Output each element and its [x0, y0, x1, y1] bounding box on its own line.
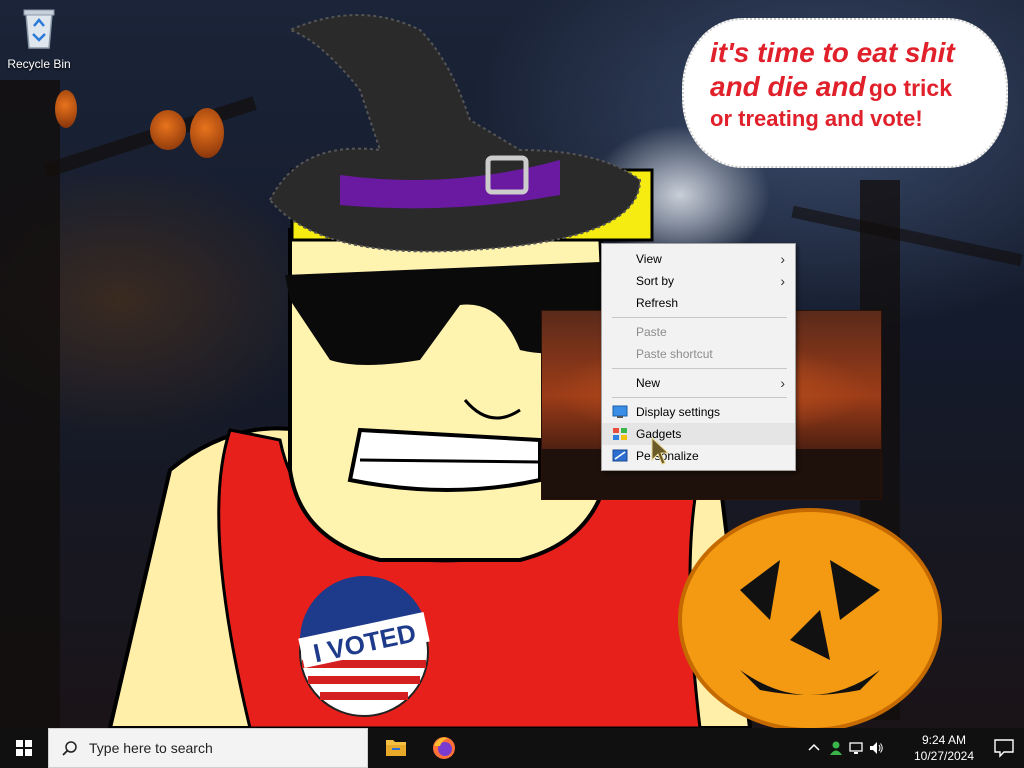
chevron-right-icon: ›	[780, 251, 785, 267]
firefox-icon	[433, 737, 455, 759]
speech-line-3: or treating and vote!	[710, 106, 923, 131]
system-tray: 9:24 AM 10/27/2024	[804, 728, 1024, 768]
menu-item-new[interactable]: New ›	[602, 372, 795, 394]
menu-item-sort-by[interactable]: Sort by ›	[602, 270, 795, 292]
gadgets-icon	[613, 428, 627, 440]
desktop-icon-recycle-bin[interactable]: Recycle Bin	[4, 6, 74, 71]
menu-item-paste: Paste	[602, 321, 795, 343]
recycle-bin-icon	[23, 9, 55, 49]
speech-line-2a: and die and	[710, 71, 866, 102]
menu-item-gadgets[interactable]: Gadgets	[602, 423, 795, 445]
menu-item-label: Refresh	[636, 296, 679, 310]
notification-icon[interactable]	[992, 738, 1016, 758]
folder-icon	[386, 740, 406, 756]
menu-separator	[612, 368, 787, 369]
taskbar-app-file-explorer[interactable]	[372, 728, 420, 768]
taskbar: Type here to search 9:24 AM 10/27/2024	[0, 728, 1024, 768]
search-icon	[62, 741, 77, 756]
windows-logo-icon	[16, 740, 32, 756]
menu-item-label: Paste	[636, 325, 667, 339]
start-button[interactable]	[0, 728, 48, 768]
desktop-context-menu: View › Sort by › Refresh Paste Paste sho…	[601, 243, 796, 471]
volume-icon[interactable]	[868, 740, 884, 756]
menu-item-paste-shortcut: Paste shortcut	[602, 343, 795, 365]
menu-item-personalize[interactable]: Personalize	[602, 445, 795, 467]
menu-item-label: Paste shortcut	[636, 347, 713, 361]
clock-time: 9:24 AM	[921, 733, 967, 747]
menu-separator	[612, 317, 787, 318]
taskbar-clock[interactable]: 9:24 AM 10/27/2024	[912, 732, 976, 764]
speech-line-1: it's time to eat shit	[710, 37, 955, 68]
taskbar-search-box[interactable]: Type here to search	[48, 728, 368, 768]
menu-item-display-settings[interactable]: Display settings	[602, 401, 795, 423]
chevron-up-icon[interactable]	[806, 740, 822, 756]
chevron-right-icon: ›	[780, 273, 785, 289]
menu-item-label: View	[636, 252, 662, 266]
network-icon[interactable]	[848, 740, 864, 756]
chevron-right-icon: ›	[780, 375, 785, 391]
personalize-icon	[612, 449, 628, 462]
menu-item-view[interactable]: View ›	[602, 248, 795, 270]
menu-item-label: Display settings	[636, 405, 721, 419]
clock-date: 10/27/2024	[913, 749, 975, 763]
menu-separator	[612, 397, 787, 398]
speech-line-2b: go trick	[868, 75, 952, 101]
people-icon[interactable]	[828, 740, 844, 756]
speech-bubble: it's time to eat shit and die and go tri…	[682, 18, 1008, 168]
taskbar-app-firefox[interactable]	[420, 728, 468, 768]
menu-item-refresh[interactable]: Refresh	[602, 292, 795, 314]
search-placeholder: Type here to search	[89, 740, 213, 756]
menu-item-label: Sort by	[636, 274, 675, 288]
recycle-bin-label: Recycle Bin	[7, 57, 71, 71]
menu-item-label: New	[636, 376, 661, 390]
mouse-cursor	[651, 436, 670, 465]
display-icon	[612, 405, 628, 418]
